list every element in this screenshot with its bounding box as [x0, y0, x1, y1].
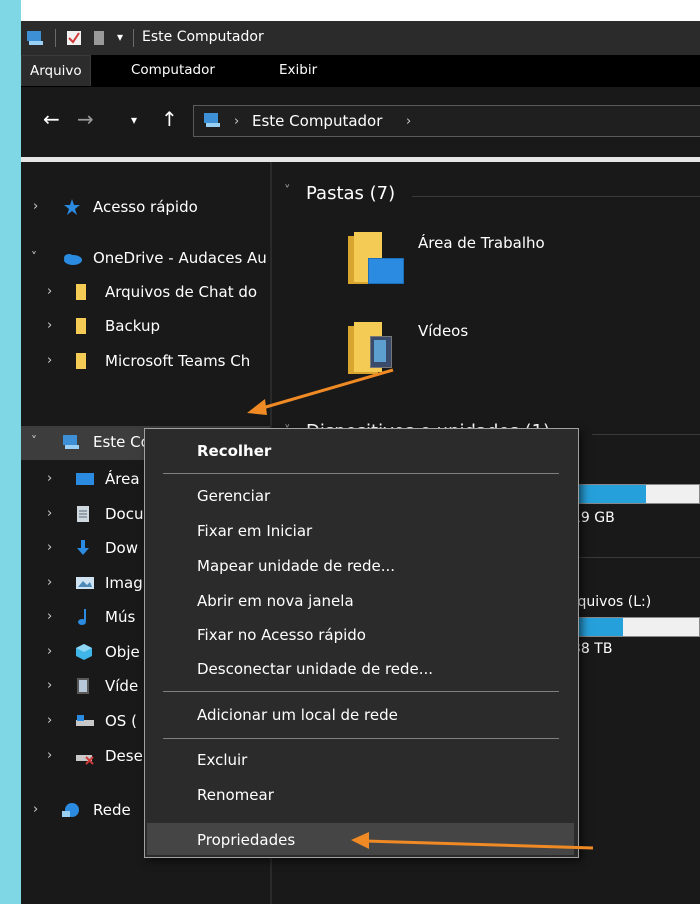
annotation-arrowhead: [247, 399, 267, 415]
annotation-arrows: [247, 368, 594, 850]
annotation-arrowhead: [351, 832, 369, 849]
annotation-arrow-line: [258, 368, 394, 411]
file-explorer-window: ▾ Este Computador Arquivo Computador Exi…: [21, 21, 700, 904]
annotation-arrow-line: [364, 839, 594, 850]
desktop-edge: [0, 0, 21, 904]
